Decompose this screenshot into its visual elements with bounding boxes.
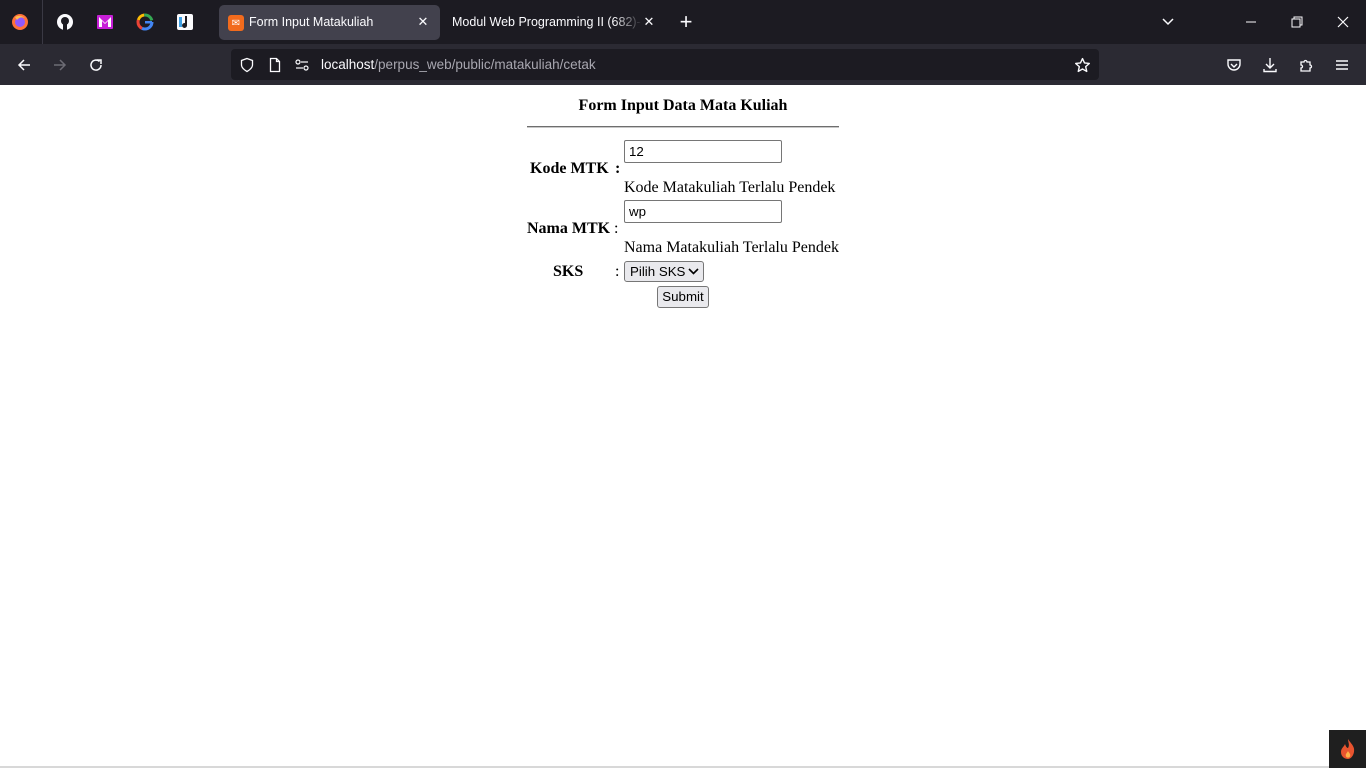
sks-colon: : — [615, 263, 620, 280]
navigation-toolbar: localhost/perpus_web/public/matakuliah/c… — [0, 44, 1366, 85]
list-all-tabs-icon[interactable] — [1158, 12, 1178, 32]
tab-title: Modul Web Programming II (682)-U — [452, 15, 642, 29]
sks-selected-value: Pilih SKS — [630, 264, 686, 279]
download-icon[interactable] — [1259, 54, 1281, 76]
bookmark-star-icon[interactable] — [1073, 56, 1091, 74]
kode-mtk-label: Kode MTK — [530, 160, 609, 177]
menu-icon[interactable] — [1331, 54, 1353, 76]
form-title: Form Input Data Mata Kuliah — [578, 97, 788, 114]
nama-mtk-error: Nama Matakuliah Terlalu Pendek — [624, 239, 839, 256]
extensions-icon[interactable] — [1295, 54, 1317, 76]
url-path: /perpus_web/public/matakuliah/cetak — [374, 57, 596, 72]
kode-mtk-input[interactable] — [624, 140, 782, 163]
nama-mtk-label: Nama MTK — [527, 220, 611, 237]
close-window-icon[interactable] — [1333, 12, 1353, 32]
submit-button[interactable]: Submit — [657, 286, 709, 308]
shield-icon[interactable] — [238, 56, 256, 74]
url-text[interactable]: localhost/perpus_web/public/matakuliah/c… — [321, 57, 596, 72]
reload-icon[interactable] — [85, 54, 107, 76]
nama-mtk-colon: : — [614, 220, 619, 237]
tab-title: Form Input Matakuliah — [249, 15, 374, 29]
restore-icon[interactable] — [1287, 12, 1307, 32]
close-tab-icon[interactable]: ✕ — [641, 14, 657, 30]
gmail-icon[interactable] — [95, 12, 115, 32]
sks-select[interactable]: Pilih SKS — [624, 261, 704, 282]
pinned-separator — [42, 0, 43, 44]
music-icon[interactable] — [175, 12, 195, 32]
permissions-icon[interactable] — [293, 56, 311, 74]
codeigniter-toolbar-icon[interactable] — [1329, 730, 1366, 768]
firefox-icon[interactable] — [10, 12, 30, 32]
google-icon[interactable] — [135, 12, 155, 32]
page-content: Form Input Data Mata Kuliah Kode MTK : K… — [0, 85, 1366, 768]
tab-strip: ✉ Form Input Matakuliah ✕ Modul Web Prog… — [0, 0, 1366, 44]
minimize-icon[interactable] — [1241, 12, 1261, 32]
kode-mtk-error: Kode Matakuliah Terlalu Pendek — [624, 179, 836, 196]
tab-modul-web[interactable]: Modul Web Programming II (682)-U ✕ — [440, 5, 662, 40]
xampp-favicon-icon: ✉ — [228, 15, 244, 31]
title-divider — [527, 126, 839, 128]
sks-label: SKS — [553, 263, 584, 280]
new-tab-icon[interactable]: + — [676, 11, 696, 33]
tab-form-input[interactable]: ✉ Form Input Matakuliah ✕ — [219, 5, 440, 40]
pocket-icon[interactable] — [1223, 54, 1245, 76]
address-bar[interactable]: localhost/perpus_web/public/matakuliah/c… — [231, 49, 1099, 80]
forward-icon — [49, 54, 71, 76]
page-icon[interactable] — [266, 56, 284, 74]
kode-mtk-colon: : — [615, 160, 621, 177]
close-tab-icon[interactable]: ✕ — [415, 14, 431, 30]
nama-mtk-input[interactable] — [624, 200, 782, 223]
back-icon[interactable] — [13, 54, 35, 76]
url-host: localhost — [321, 57, 375, 72]
chevron-down-icon — [688, 268, 699, 275]
github-icon[interactable] — [55, 12, 75, 32]
